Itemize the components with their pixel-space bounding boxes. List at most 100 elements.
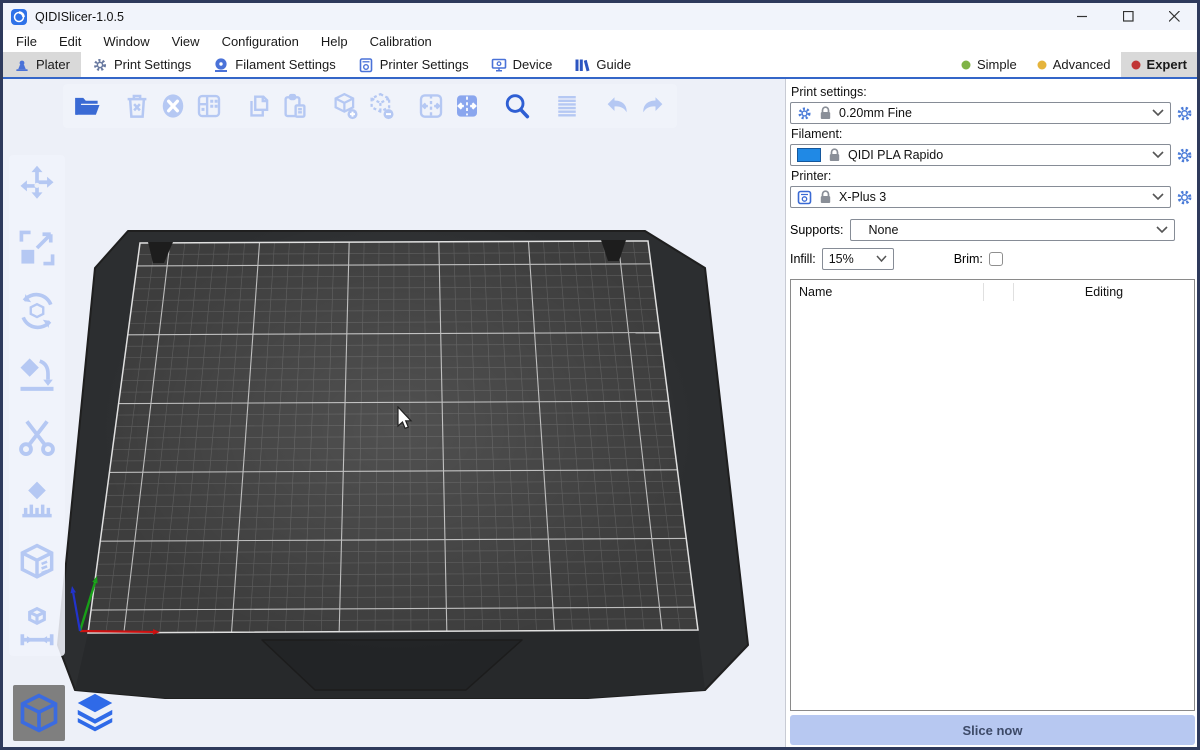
tab-plater[interactable]: Plater <box>3 52 81 77</box>
brim-checkbox[interactable] <box>989 252 1003 266</box>
menu-edit[interactable]: Edit <box>48 34 92 49</box>
arrange-icon <box>194 91 224 121</box>
infill-label: Infill: <box>790 252 816 266</box>
print-settings-label: Print settings: <box>791 85 1195 99</box>
advanced-dot-icon <box>1037 60 1047 70</box>
tab-label: Guide <box>596 57 631 72</box>
app-logo-icon <box>11 9 27 25</box>
measure-button[interactable] <box>11 602 63 650</box>
mode-label: Advanced <box>1053 57 1111 72</box>
editor-view-button[interactable] <box>13 685 65 741</box>
undo-icon <box>602 91 632 121</box>
delete-all-icon <box>158 91 188 121</box>
title-bar: QIDISlicer-1.0.5 <box>3 3 1197 30</box>
add-instance-icon <box>330 91 360 121</box>
tab-label: Plater <box>36 57 70 72</box>
mode-advanced[interactable]: Advanced <box>1027 52 1121 77</box>
scale-button[interactable] <box>11 224 63 272</box>
printer-label: Printer: <box>791 169 1195 183</box>
brim-label: Brim: <box>954 252 983 266</box>
support-paint-icon <box>15 478 59 522</box>
tab-bar: Plater Print Settings Filament Settings … <box>3 52 1197 79</box>
support-paint-button[interactable] <box>11 476 63 524</box>
mouse-cursor <box>397 406 417 434</box>
maximize-button[interactable] <box>1105 3 1151 30</box>
object-list-header: Name Editing <box>791 280 1194 304</box>
arrange-button[interactable] <box>191 87 227 125</box>
menu-bar: File Edit Window View Configuration Help… <box>3 30 1197 52</box>
print-settings-gear-button[interactable] <box>1173 105 1195 122</box>
printer-select[interactable]: X-Plus 3 <box>790 186 1171 208</box>
delete-button[interactable] <box>119 87 155 125</box>
plater-toolbar <box>63 84 677 128</box>
object-manipulation-toolbar <box>9 155 65 656</box>
menu-file[interactable]: File <box>5 34 48 49</box>
chevron-down-icon <box>1152 151 1164 159</box>
menu-view[interactable]: View <box>161 34 211 49</box>
menu-calibration[interactable]: Calibration <box>359 34 443 49</box>
search-button[interactable] <box>499 87 535 125</box>
print-bed <box>3 79 785 747</box>
tab-printer-settings[interactable]: Printer Settings <box>347 52 480 77</box>
column-editing[interactable]: Editing <box>1014 283 1194 301</box>
cut-icon <box>15 415 59 459</box>
remove-instance-button[interactable] <box>363 87 399 125</box>
seam-paint-button[interactable] <box>11 539 63 587</box>
rotate-button[interactable] <box>11 287 63 335</box>
remove-instance-icon <box>366 91 396 121</box>
mode-switcher: Simple Advanced Expert <box>951 52 1197 77</box>
split-parts-button[interactable] <box>449 87 485 125</box>
print-settings-select[interactable]: 0.20mm Fine <box>790 102 1171 124</box>
place-on-face-button[interactable] <box>11 350 63 398</box>
printer-value: X-Plus 3 <box>839 190 1145 204</box>
copy-button[interactable] <box>241 87 277 125</box>
move-button[interactable] <box>11 161 63 209</box>
infill-value: 15% <box>829 252 869 266</box>
column-name[interactable]: Name <box>791 283 984 301</box>
view-mode-toggle <box>13 685 121 741</box>
chevron-down-icon <box>1156 226 1168 234</box>
menu-configuration[interactable]: Configuration <box>211 34 310 49</box>
filament-select[interactable]: QIDI PLA Rapido <box>790 144 1171 166</box>
infill-select[interactable]: 15% <box>822 248 894 270</box>
mode-simple[interactable]: Simple <box>951 52 1027 77</box>
supports-label: Supports: <box>790 223 844 237</box>
expert-dot-icon <box>1131 60 1141 70</box>
menu-help[interactable]: Help <box>310 34 359 49</box>
add-instance-button[interactable] <box>327 87 363 125</box>
gear-icon <box>797 106 812 121</box>
search-icon <box>502 91 532 121</box>
printer-gear-button[interactable] <box>1173 189 1195 206</box>
filament-gear-button[interactable] <box>1173 147 1195 164</box>
supports-select[interactable]: None <box>850 219 1175 241</box>
tab-label: Device <box>513 57 553 72</box>
redo-icon <box>638 91 668 121</box>
minimize-button[interactable] <box>1059 3 1105 30</box>
mode-expert[interactable]: Expert <box>1121 52 1197 77</box>
lock-icon <box>819 106 832 120</box>
move-icon <box>15 163 59 207</box>
guide-icon <box>574 57 590 73</box>
paste-button[interactable] <box>277 87 313 125</box>
tab-guide[interactable]: Guide <box>563 52 642 77</box>
cut-button[interactable] <box>11 413 63 461</box>
split-objects-button[interactable] <box>413 87 449 125</box>
close-button[interactable] <box>1151 3 1197 30</box>
object-list-body[interactable] <box>791 304 1194 710</box>
tab-filament-settings[interactable]: Filament Settings <box>202 52 346 77</box>
menu-window[interactable]: Window <box>92 34 160 49</box>
paste-icon <box>280 91 310 121</box>
preview-view-button[interactable] <box>69 685 121 741</box>
column-extruder[interactable] <box>984 283 1014 301</box>
variable-layer-height-button[interactable] <box>549 87 585 125</box>
undo-button[interactable] <box>599 87 635 125</box>
tab-device[interactable]: Device <box>480 52 564 77</box>
redo-button[interactable] <box>635 87 671 125</box>
tab-print-settings[interactable]: Print Settings <box>81 52 202 77</box>
mode-label: Simple <box>977 57 1017 72</box>
delete-all-button[interactable] <box>155 87 191 125</box>
open-button[interactable] <box>69 87 105 125</box>
slice-now-button[interactable]: Slice now <box>790 715 1195 745</box>
3d-viewport[interactable] <box>3 79 785 747</box>
lock-icon <box>819 190 832 204</box>
